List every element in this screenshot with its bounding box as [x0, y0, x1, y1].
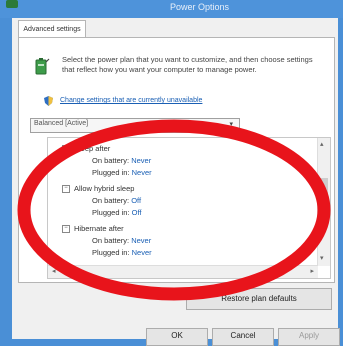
tree-subitem[interactable]: On battery: Never [92, 236, 151, 245]
ok-button[interactable]: OK [146, 328, 208, 346]
tree-subitem[interactable]: On battery: Off [92, 196, 141, 205]
plan-description: Select the power plan that you want to c… [62, 55, 313, 74]
window-title: Power Options [170, 2, 230, 12]
tree-item-allow-hybrid-sleep[interactable]: − Allow hybrid sleep [62, 184, 135, 194]
horizontal-scrollbar[interactable]: ◂ ▸ [48, 265, 318, 278]
apply-button[interactable]: Apply [278, 328, 340, 346]
tree-subitem-value[interactable]: Never [131, 156, 151, 165]
tree-item-hibernate-after[interactable]: − Hibernate after [62, 224, 124, 234]
tree-subitem[interactable]: On battery: Never [92, 156, 151, 165]
tree-subitem-value[interactable]: Never [132, 168, 152, 177]
scroll-up-icon[interactable]: ▴ [320, 140, 324, 148]
tree-subitem-label: On battery: [92, 156, 130, 165]
tree-subitem-label: Plugged in: [92, 248, 130, 257]
tree-item-label: Allow hybrid sleep [74, 184, 135, 193]
tree-subitem-label: Plugged in: [92, 208, 130, 217]
scrollbar-thumb[interactable] [320, 178, 328, 206]
vertical-scrollbar[interactable]: ▴ ▾ [317, 138, 330, 266]
tab-advanced-settings[interactable]: Advanced settings [18, 20, 86, 38]
tree-subitem-value[interactable]: Off [131, 196, 141, 205]
uac-shield-icon [44, 96, 53, 106]
tree-subitem-label: On battery: [92, 196, 130, 205]
scroll-down-icon[interactable]: ▾ [320, 254, 324, 262]
change-settings-link[interactable]: Change settings that are currently unava… [60, 97, 202, 104]
tree-subitem-value[interactable]: Never [132, 248, 152, 257]
tree-subitem[interactable]: Plugged in: Off [92, 208, 142, 217]
cancel-button[interactable]: Cancel [212, 328, 274, 346]
scroll-left-icon[interactable]: ◂ [52, 267, 56, 275]
tree-subitem-label: On battery: [92, 236, 130, 245]
tree-item-label: Hibernate after [74, 224, 124, 233]
power-plan-select-value: Balanced [Active] [34, 120, 89, 127]
tree-subitem-value[interactable]: Off [132, 208, 142, 217]
tree-subitem[interactable]: Plugged in: Never [92, 248, 152, 257]
app-icon [6, 0, 18, 8]
tree-subitem-value[interactable]: Never [131, 236, 151, 245]
battery-plug-icon [35, 58, 50, 75]
restore-plan-defaults-button[interactable]: Restore plan defaults [186, 288, 332, 310]
collapse-icon[interactable]: − [62, 185, 70, 194]
collapse-icon[interactable]: − [62, 225, 70, 234]
chevron-down-icon: ▾ [229, 121, 233, 128]
tree-subitem-label: Plugged in: [92, 168, 130, 177]
settings-tree[interactable]: − Sleep after On battery: Never Plugged i… [47, 137, 331, 279]
tree-subitem[interactable]: Plugged in: Never [92, 168, 152, 177]
collapse-icon[interactable]: − [62, 145, 70, 154]
tree-item-sleep-after[interactable]: − Sleep after [62, 144, 111, 154]
scroll-right-icon[interactable]: ▸ [310, 267, 314, 275]
power-plan-select[interactable]: Balanced [Active] ▾ [30, 118, 240, 133]
title-bar: Power Options [0, 0, 343, 18]
tree-item-label: Sleep after [74, 144, 111, 153]
